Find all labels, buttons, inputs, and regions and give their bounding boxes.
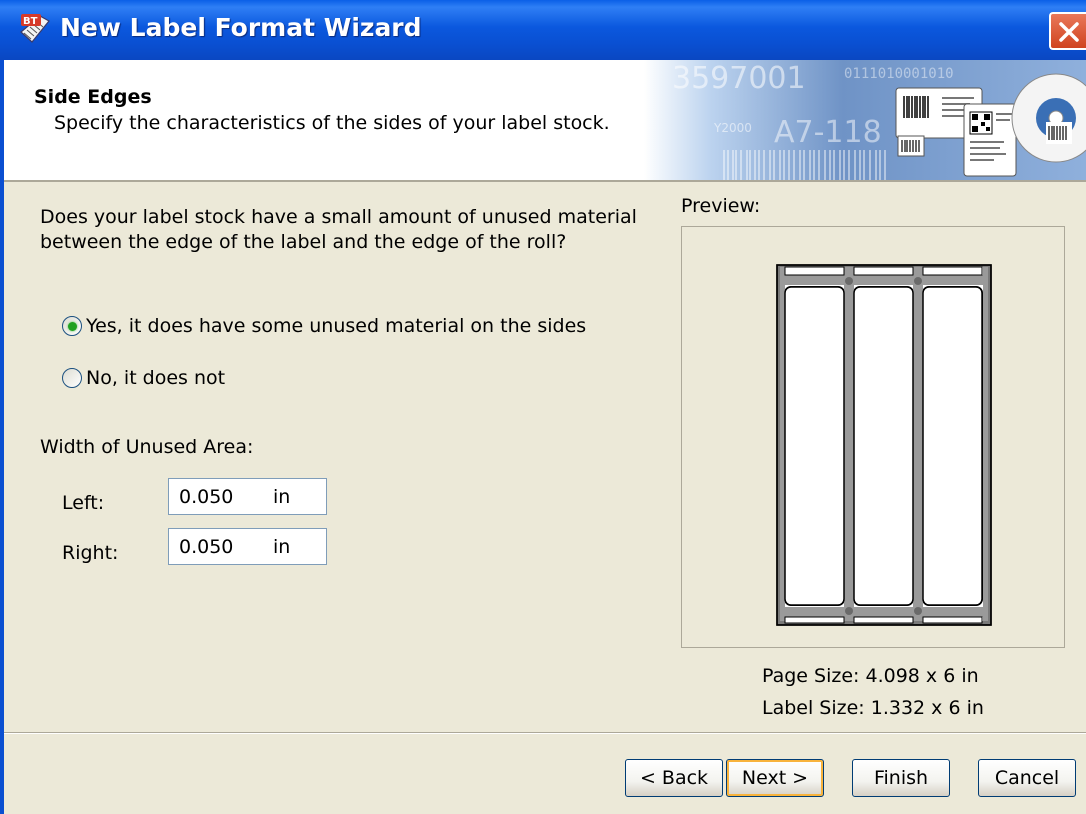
right-width-unit: in (273, 536, 291, 558)
banner-number-text: 3597001 (672, 61, 806, 96)
right-label: Right: (62, 542, 119, 564)
right-width-value[interactable]: 0.050 (179, 536, 233, 558)
radio-yes-unused-material[interactable]: Yes, it does have some unused material o… (62, 315, 586, 337)
label-size-text: Label Size: 1.332 x 6 in (762, 697, 984, 719)
title-bar[interactable]: BT New Label Format Wizard (0, 0, 1086, 60)
preview-panel (681, 226, 1065, 648)
wizard-header: Side Edges Specify the characteristics o… (4, 60, 1086, 182)
radio-no-label[interactable]: No, it does not (86, 367, 225, 389)
banner-year-text: Y2000 (713, 121, 752, 135)
svg-text:BT: BT (23, 16, 38, 27)
radio-yes-label[interactable]: Yes, it does have some unused material o… (86, 315, 586, 337)
close-button[interactable] (1049, 12, 1086, 50)
back-button[interactable]: < Back (625, 759, 723, 797)
header-banner-image: 3597001 A7-118 Y2000 0111010001010 (644, 60, 1086, 180)
page-size-text: Page Size: 4.098 x 6 in (762, 665, 979, 687)
unused-area-heading: Width of Unused Area: (40, 436, 254, 458)
page-title: Side Edges (34, 86, 152, 108)
left-label: Left: (62, 492, 105, 514)
close-icon (1059, 22, 1079, 42)
right-width-field[interactable]: 0.050 in (168, 528, 327, 565)
left-width-value[interactable]: 0.050 (179, 486, 233, 508)
window-title: New Label Format Wizard (60, 13, 422, 42)
banner-code-text: A7-118 (774, 115, 882, 150)
label-stock-preview (776, 264, 992, 626)
finish-button[interactable]: Finish (852, 759, 950, 797)
page-subtitle: Specify the characteristics of the sides… (54, 112, 610, 134)
radio-button-unselected[interactable] (62, 368, 82, 388)
bartender-icon: BT (20, 14, 50, 43)
left-width-unit: in (273, 486, 291, 508)
button-separator (4, 732, 1086, 734)
edge-question-text: Does your label stock have a small amoun… (40, 206, 637, 253)
cancel-button[interactable]: Cancel (978, 759, 1076, 797)
next-button[interactable]: Next > (726, 759, 824, 797)
preview-label: Preview: (681, 195, 761, 217)
banner-binary-text: 0111010001010 (844, 66, 954, 82)
radio-button-selected[interactable] (62, 316, 82, 336)
left-width-field[interactable]: 0.050 in (168, 478, 327, 515)
radio-no-unused-material[interactable]: No, it does not (62, 367, 225, 389)
